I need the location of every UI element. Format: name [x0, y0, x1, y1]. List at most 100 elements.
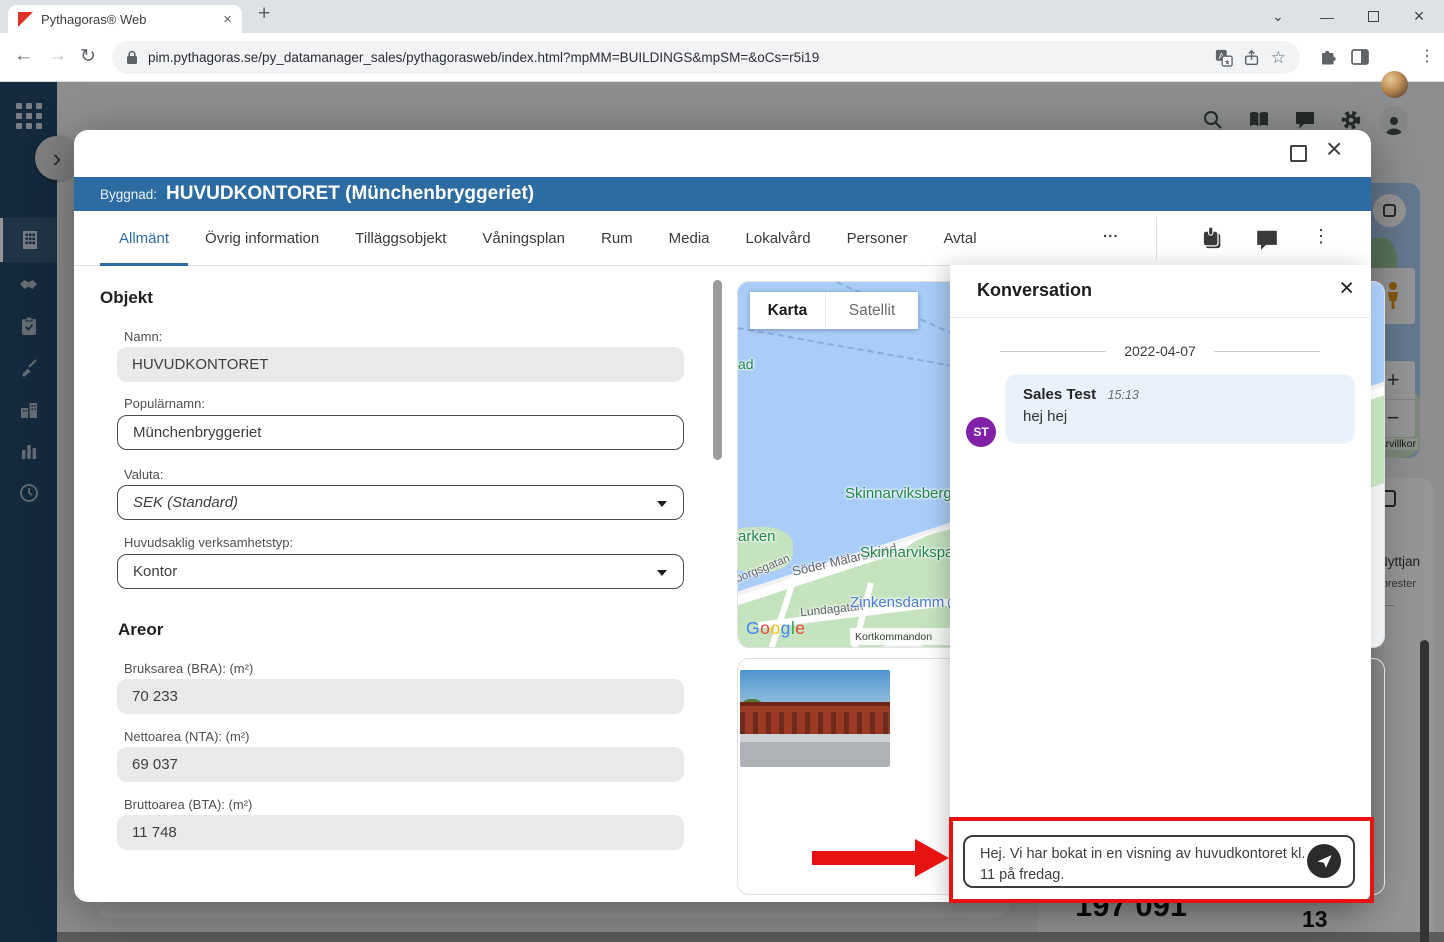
tab-rum[interactable]: Rum [601, 230, 633, 247]
extensions-icon[interactable] [1318, 47, 1338, 67]
bookmark-star-icon[interactable]: ☆ [1271, 48, 1286, 68]
back-button[interactable]: ← [14, 45, 33, 67]
map-button-satellit[interactable]: Satellit [826, 292, 918, 329]
map-label-zinkensdamm: Zinkensdamm T [850, 594, 962, 611]
tab-title: Pythagoras® Web [41, 12, 215, 27]
date-divider: 2022-04-07 [1000, 343, 1320, 359]
valuta-label: Valuta: [124, 467, 164, 482]
translate-icon[interactable]: A [1215, 49, 1233, 67]
map-shortcuts-link[interactable]: Kortkommandon [855, 631, 932, 643]
reload-button[interactable]: ↻ [80, 45, 96, 68]
tab-tillaggsobjekt[interactable]: Tilläggsobjekt [355, 230, 446, 247]
valuta-value: SEK (Standard) [133, 494, 238, 511]
google-letter: G [746, 618, 760, 638]
object-type-label: Byggnad: [100, 187, 157, 202]
chevron-down-icon [657, 501, 667, 507]
conversation-icon[interactable] [1255, 228, 1279, 252]
tab-media[interactable]: Media [669, 230, 710, 247]
google-letter: e [795, 618, 805, 638]
tab-close-icon[interactable]: × [223, 11, 232, 28]
areor-heading: Areor [118, 620, 163, 640]
namn-label: Namn: [124, 329, 162, 344]
bta-label: Bruttoarea (BTA): (m²) [124, 797, 252, 812]
attached-notes-icon[interactable] [1200, 226, 1224, 250]
annotation-highlight-box [949, 817, 1374, 903]
tab-vaningsplan[interactable]: Våningsplan [482, 230, 565, 247]
building-dialog: × Byggnad: HUVUDKONTORET (Münchenbrygger… [74, 130, 1371, 902]
objekt-heading: Objekt [100, 288, 153, 308]
tabbar-divider [1156, 218, 1157, 259]
building-photo[interactable] [740, 670, 890, 767]
conversation-close-icon[interactable]: × [1339, 274, 1354, 303]
more-tabs-button[interactable]: ... [1103, 224, 1119, 241]
dialog-title-bar: Byggnad: HUVUDKONTORET (Münchenbryggerie… [74, 177, 1371, 211]
map-label-parken: arken [738, 528, 776, 545]
dialog-menu-icon[interactable]: ⋮ [1312, 226, 1330, 247]
dialog-title: HUVUDKONTORET (Münchenbryggeriet) [166, 183, 534, 205]
dialog-maximize-button[interactable] [1290, 145, 1307, 162]
photo-roof [740, 702, 890, 706]
verksamhetstyp-select[interactable]: Kontor [117, 554, 684, 589]
zinkensdamm-text: Zinkensdamm [850, 594, 944, 611]
annotation-arrow-head [915, 839, 949, 877]
map-label-bad: ad [738, 356, 754, 372]
bra-field: 70 233 [117, 679, 684, 714]
tab-lokalvard[interactable]: Lokalvård [746, 230, 811, 247]
message-time: 15:13 [1108, 388, 1139, 402]
verksamhetstyp-value: Kontor [133, 563, 177, 580]
tab-personer[interactable]: Personer [847, 230, 908, 247]
google-letter: o [770, 618, 780, 638]
map-button-karta[interactable]: Karta [750, 292, 826, 329]
dialog-tab-bar: Allmänt Övrig information Tilläggsobjekt… [74, 211, 1371, 266]
tab-search-chevron-icon[interactable]: ⌄ [1261, 0, 1295, 33]
maximize-icon [1368, 11, 1379, 22]
map-label-skinnarviksberget: Skinnarviksberget [845, 485, 964, 502]
side-panel-icon[interactable] [1350, 47, 1370, 67]
nta-field: 69 037 [117, 747, 684, 782]
forward-button[interactable]: → [48, 45, 67, 67]
dialog-close-button[interactable]: × [1326, 133, 1342, 165]
pythagoras-logo-icon [18, 12, 33, 27]
photo-building [740, 702, 890, 737]
conversation-panel: Konversation × 2022-04-07 ST Sales Test … [950, 265, 1371, 902]
message-author: Sales Test [1023, 386, 1096, 403]
url-text: pim.pythagoras.se/py_datamanager_sales/p… [148, 50, 1205, 65]
verksamhetstyp-label: Huvudsaklig verksamhetstyp: [124, 535, 293, 550]
browser-profile-avatar[interactable] [1381, 71, 1408, 98]
browser-tab[interactable]: Pythagoras® Web × [8, 5, 242, 33]
bta-field: 11 748 [117, 815, 684, 850]
tab-avtal[interactable]: Avtal [943, 230, 976, 247]
google-logo: Google [746, 618, 805, 639]
window-maximize-button[interactable] [1356, 0, 1390, 33]
photo-sidewalk [740, 734, 890, 742]
lock-icon [126, 50, 138, 65]
popularnamn-field[interactable]: Münchenbryggeriet [117, 415, 684, 450]
share-icon[interactable] [1243, 49, 1261, 67]
bra-label: Bruksarea (BRA): (m²) [124, 661, 253, 676]
valuta-select[interactable]: SEK (Standard) [117, 485, 684, 520]
browser-menu-icon[interactable]: ⋮ [1419, 46, 1435, 66]
namn-field: HUVUDKONTORET [117, 347, 684, 382]
map-type-control: Karta Satellit [750, 292, 918, 329]
tab-ovrig-information[interactable]: Övrig information [205, 230, 319, 247]
photo-road [740, 742, 890, 767]
message-bubble: Sales Test 15:13 hej hej [1005, 374, 1355, 444]
conversation-title: Konversation [977, 280, 1092, 301]
window-minimize-button[interactable]: — [1310, 0, 1344, 33]
conversation-header: Konversation × [950, 265, 1371, 318]
tab-allmant[interactable]: Allmänt [119, 230, 169, 247]
browser-window: Pythagoras® Web × + ⌄ — × ← → ↻ pim.pyth… [0, 0, 1444, 942]
form-scrollbar[interactable] [713, 280, 722, 460]
browser-tab-strip: Pythagoras® Web × + ⌄ — × [0, 0, 1444, 33]
address-bar[interactable]: pim.pythagoras.se/py_datamanager_sales/p… [112, 41, 1300, 74]
new-tab-button[interactable]: + [258, 2, 270, 26]
divider-line [1000, 351, 1106, 352]
message-text: hej hej [1023, 408, 1337, 425]
nta-label: Nettoarea (NTA): (m²) [124, 729, 249, 744]
chevron-down-icon [657, 570, 667, 576]
message-avatar: ST [966, 417, 996, 447]
window-close-button[interactable]: × [1402, 0, 1436, 33]
popularnamn-label: Populärnamn: [124, 396, 205, 411]
date-text: 2022-04-07 [1124, 343, 1196, 359]
divider-line [1214, 351, 1320, 352]
